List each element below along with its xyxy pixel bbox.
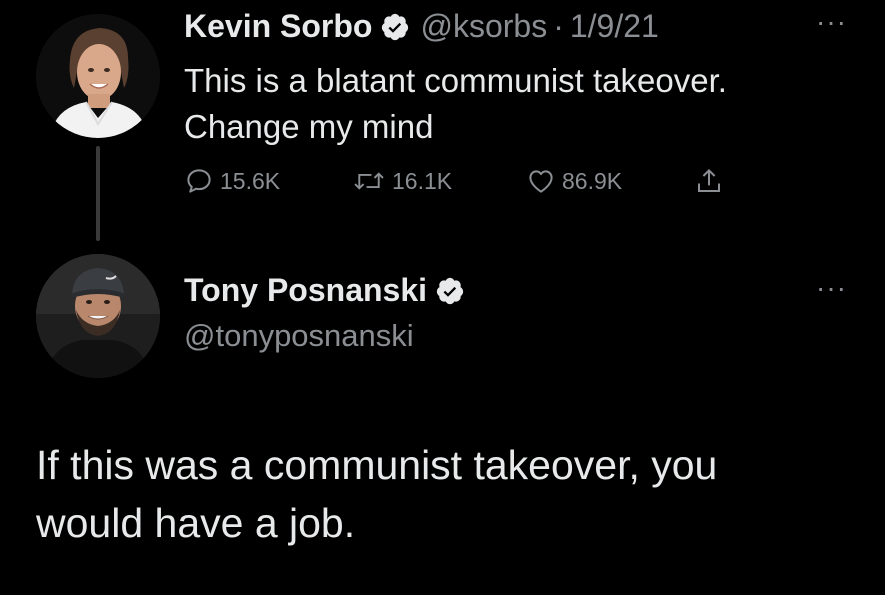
avatar-image <box>36 254 160 378</box>
like-button[interactable]: 86.9K <box>526 166 622 196</box>
verified-badge-icon <box>380 12 410 42</box>
tweet-header: Kevin Sorbo @ksorbs · 1/9/21 <box>184 8 659 45</box>
avatar-tony-posnanski[interactable] <box>36 254 160 378</box>
retweet-count: 16.1K <box>392 167 453 194</box>
reply-text: If this was a communist takeover, you wo… <box>36 436 866 552</box>
avatar-kevin-sorbo[interactable] <box>36 14 160 138</box>
reply-button[interactable]: 15.6K <box>184 166 280 196</box>
reply-author-handle[interactable]: @tonyposnanski <box>184 318 414 354</box>
more-options-icon[interactable]: ··· <box>816 272 847 304</box>
original-tweet[interactable]: Kevin Sorbo @ksorbs · 1/9/21 ··· This is… <box>0 0 885 245</box>
author-name[interactable]: Kevin Sorbo <box>184 8 372 45</box>
more-options-icon[interactable]: ··· <box>816 6 847 38</box>
tweet-text-line: Change my mind <box>184 108 434 145</box>
heart-icon <box>529 170 553 193</box>
reply-text-line: would have a job. <box>36 500 356 546</box>
retweet-icon <box>354 172 384 190</box>
thread-connector-line <box>96 146 100 241</box>
share-icon <box>698 168 720 192</box>
verified-badge-icon <box>435 276 465 306</box>
tweet-actions: 15.6K 16.1K 86.9K <box>184 166 744 206</box>
retweet-button[interactable]: 16.1K <box>352 166 452 196</box>
tweet-text-line: This is a blatant communist takeover. <box>184 62 727 99</box>
avatar-image <box>36 14 160 138</box>
separator-dot: · <box>553 8 564 44</box>
reply-count: 15.6K <box>220 167 281 194</box>
tweet-date[interactable]: 1/9/21 <box>570 8 659 45</box>
reply-text-line: If this was a communist takeover, you <box>36 442 718 488</box>
tweet-text: This is a blatant communist takeover. Ch… <box>184 58 844 150</box>
reply-author-name[interactable]: Tony Posnanski <box>184 272 427 309</box>
like-count: 86.9K <box>562 167 623 194</box>
share-button[interactable] <box>694 166 730 196</box>
reply-header: Tony Posnanski <box>184 272 465 309</box>
author-handle[interactable]: @ksorbs <box>420 8 547 45</box>
reply-icon <box>187 169 211 193</box>
